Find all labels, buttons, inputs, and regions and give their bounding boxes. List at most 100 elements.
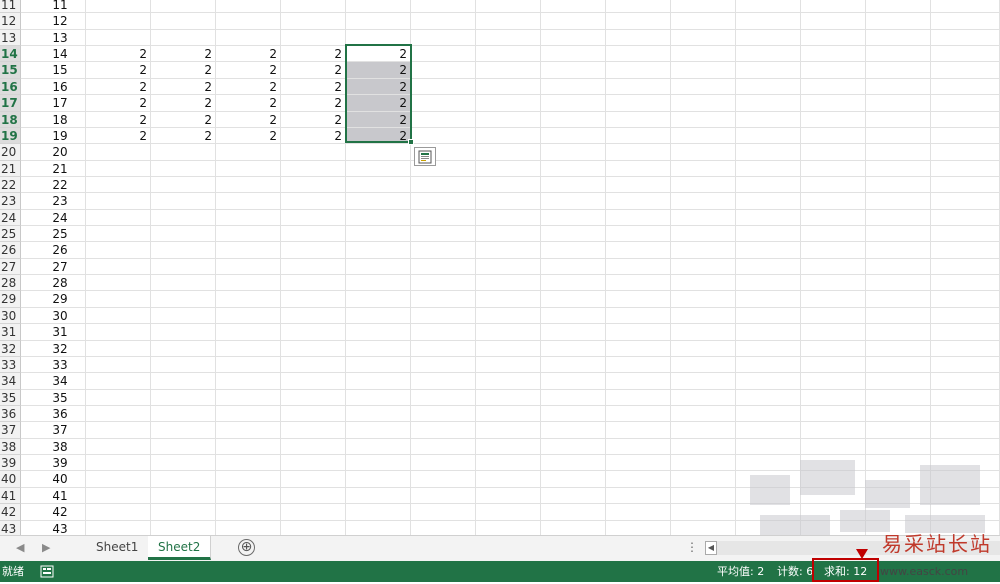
grid-cell[interactable] — [346, 144, 411, 161]
grid-cell[interactable] — [541, 242, 606, 259]
grid-cell[interactable] — [866, 127, 931, 145]
grid-cell[interactable] — [866, 373, 931, 390]
grid-cell[interactable] — [216, 193, 281, 210]
grid-cell[interactable] — [671, 438, 736, 456]
grid-cell[interactable] — [736, 504, 801, 521]
grid-cell[interactable] — [671, 406, 736, 423]
grid-cell[interactable]: 28 — [21, 275, 86, 292]
grid-cell[interactable] — [86, 242, 151, 259]
grid-cell[interactable] — [931, 111, 1000, 128]
grid-cell[interactable]: 2 — [346, 111, 411, 128]
grid-cell[interactable] — [151, 291, 216, 308]
grid-cell[interactable]: 2 — [151, 62, 216, 79]
grid-cell[interactable] — [541, 29, 606, 47]
grid-cell[interactable] — [736, 324, 801, 341]
grid-cell[interactable] — [931, 275, 1000, 292]
grid-cell[interactable] — [346, 29, 411, 47]
grid-cell[interactable] — [476, 193, 541, 210]
grid-cell[interactable] — [931, 242, 1000, 259]
grid-cell[interactable] — [931, 78, 1000, 96]
grid-cell[interactable]: 25 — [21, 226, 86, 243]
grid-cell[interactable] — [606, 127, 671, 145]
grid-cell[interactable] — [346, 471, 411, 488]
row-header[interactable]: 32 — [0, 340, 21, 357]
grid-cell[interactable] — [606, 406, 671, 423]
grid-cell[interactable] — [541, 95, 606, 112]
grid-cell[interactable] — [931, 324, 1000, 341]
grid-cell[interactable] — [86, 487, 151, 505]
grid-cell[interactable] — [736, 209, 801, 227]
grid-cell[interactable] — [216, 373, 281, 390]
row-header[interactable]: 16 — [0, 78, 21, 96]
grid-cell[interactable] — [801, 176, 866, 194]
grid-cell[interactable] — [346, 176, 411, 194]
grid-cell[interactable] — [151, 487, 216, 505]
grid-cell[interactable] — [216, 504, 281, 521]
grid-cell[interactable] — [411, 356, 476, 374]
row-header[interactable]: 37 — [0, 422, 21, 439]
grid-cell[interactable] — [411, 193, 476, 210]
grid-cell[interactable] — [411, 95, 476, 112]
grid-cell[interactable]: 29 — [21, 291, 86, 308]
grid-cell[interactable] — [411, 373, 476, 390]
grid-cell[interactable] — [671, 324, 736, 341]
grid-cell[interactable] — [931, 46, 1000, 63]
grid-cell[interactable] — [541, 406, 606, 423]
grid-cell[interactable] — [606, 160, 671, 177]
grid-cell[interactable]: 2 — [346, 46, 411, 63]
grid-cell[interactable] — [346, 520, 411, 535]
row-header[interactable]: 41 — [0, 487, 21, 505]
scroll-tabs-left-icon[interactable]: ◀ — [16, 541, 24, 554]
grid-cell[interactable] — [736, 13, 801, 30]
grid-cell[interactable] — [931, 438, 1000, 456]
grid-cell[interactable] — [931, 389, 1000, 406]
grid-cell[interactable] — [931, 95, 1000, 112]
grid-cell[interactable] — [931, 193, 1000, 210]
grid-cell[interactable] — [866, 62, 931, 79]
row-header[interactable]: 12 — [0, 13, 21, 30]
grid-cell[interactable] — [476, 356, 541, 374]
grid-cell[interactable] — [411, 275, 476, 292]
grid-cell[interactable]: 2 — [281, 111, 346, 128]
grid-cell[interactable] — [606, 95, 671, 112]
grid-cell[interactable] — [151, 242, 216, 259]
grid-cell[interactable] — [281, 455, 346, 472]
row-header[interactable]: 18 — [0, 111, 21, 128]
grid-cell[interactable] — [541, 111, 606, 128]
grid-cell[interactable] — [476, 324, 541, 341]
row-header[interactable]: 36 — [0, 406, 21, 423]
grid-cell[interactable] — [736, 520, 801, 535]
grid-cell[interactable] — [151, 176, 216, 194]
grid-cell[interactable] — [281, 176, 346, 194]
grid-cell[interactable] — [671, 373, 736, 390]
grid-cell[interactable] — [281, 242, 346, 259]
grid-cell[interactable]: 16 — [21, 78, 86, 96]
grid-cell[interactable] — [411, 520, 476, 535]
grid-cell[interactable] — [736, 0, 801, 14]
grid-cell[interactable] — [216, 406, 281, 423]
grid-cell[interactable] — [801, 373, 866, 390]
grid-cell[interactable]: 2 — [346, 62, 411, 79]
grid-cell[interactable] — [281, 340, 346, 357]
grid-cell[interactable] — [671, 144, 736, 161]
grid-cell[interactable] — [411, 0, 476, 14]
grid-cell[interactable] — [671, 193, 736, 210]
grid-cell[interactable] — [216, 487, 281, 505]
grid-cell[interactable] — [151, 340, 216, 357]
row-header[interactable]: 27 — [0, 258, 21, 276]
grid-cell[interactable] — [281, 258, 346, 276]
grid-cell[interactable] — [671, 127, 736, 145]
grid-cell[interactable]: 15 — [21, 62, 86, 79]
row-header[interactable]: 23 — [0, 193, 21, 210]
grid-cell[interactable] — [346, 307, 411, 325]
grid-cell[interactable] — [801, 487, 866, 505]
scroll-tabs-right-icon[interactable]: ▶ — [42, 541, 50, 554]
grid-cell[interactable] — [86, 471, 151, 488]
grid-cell[interactable] — [86, 291, 151, 308]
grid-cell[interactable] — [476, 226, 541, 243]
grid-cell[interactable] — [476, 455, 541, 472]
grid-cell[interactable] — [216, 176, 281, 194]
grid-cell[interactable] — [86, 0, 151, 14]
grid-cell[interactable] — [606, 0, 671, 14]
grid-cell[interactable]: 2 — [86, 95, 151, 112]
